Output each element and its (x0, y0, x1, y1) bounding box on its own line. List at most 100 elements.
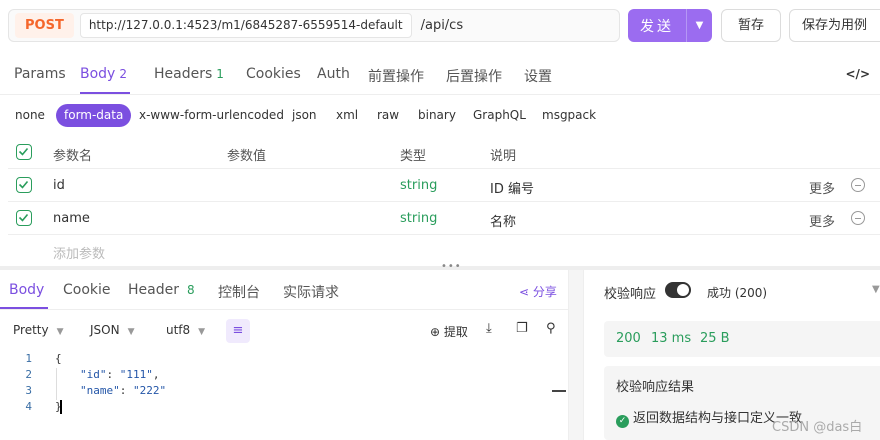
params-header-row: 参数名 参数值 类型 说明 (8, 136, 880, 169)
tab-label: Cookies (246, 66, 301, 82)
code-text: "id": "111", (80, 368, 160, 381)
tab-label: Cookie (63, 282, 111, 298)
tab-body[interactable]: Body 2 (80, 66, 127, 82)
tab-pre-ops[interactable]: 前置操作 (368, 66, 424, 86)
remove-circle-icon[interactable] (851, 211, 865, 225)
send-label[interactable]: 发送 (628, 16, 686, 36)
method-select[interactable]: POST (15, 13, 74, 38)
wrap-lines-icon[interactable]: ≡ (226, 319, 250, 343)
body-type-raw[interactable]: raw (377, 104, 399, 127)
row-checkbox[interactable] (16, 210, 32, 226)
row-checkbox[interactable] (16, 177, 32, 193)
request-tabs: Params Body 2 Headers 1 Cookies Auth 前置操作 … (0, 55, 880, 95)
param-name[interactable]: id (53, 178, 65, 193)
encoding-select[interactable]: utf8 ▼ (166, 323, 205, 337)
scrollbar-marker[interactable] (552, 390, 566, 392)
extract-button[interactable]: ⊕ 提取 (430, 323, 468, 340)
add-param-input[interactable]: 添加参数 (53, 243, 105, 262)
validation-result-title: 校验响应结果 (616, 380, 695, 395)
code-text: "name": "222" (80, 384, 166, 397)
send-button[interactable]: 发送 ▼ (628, 9, 712, 42)
table-row: name string 名称 更多 (8, 202, 880, 235)
chevron-down-icon: ▼ (56, 327, 64, 337)
api-path-input[interactable]: /api/cs (421, 18, 464, 33)
more-button[interactable]: 更多 (809, 211, 835, 230)
code-line: 4 } (0, 400, 560, 416)
chevron-down-icon: ▼ (127, 327, 135, 337)
body-type-json[interactable]: json (292, 104, 317, 127)
request-url-bar[interactable]: POST http://127.0.0.1:4523/m1/6845287-65… (8, 9, 620, 42)
format-select[interactable]: Pretty ▼ (13, 323, 64, 337)
code-text: { (55, 352, 62, 365)
search-icon[interactable]: ⚲ (546, 321, 556, 336)
tab-label: Headers (154, 66, 213, 82)
tab-auth[interactable]: Auth (317, 66, 350, 82)
resp-tab-body[interactable]: Body (9, 282, 44, 298)
line-number: 2 (25, 368, 32, 381)
tab-cookies[interactable]: Cookies (246, 66, 301, 82)
tab-count: 1 (216, 67, 224, 81)
remove-circle-icon[interactable] (851, 178, 865, 192)
param-type[interactable]: string (400, 178, 437, 193)
save-as-case-button[interactable]: 保存为用例 (789, 9, 880, 42)
col-desc-header: 说明 (490, 149, 517, 164)
tab-label: 后置操作 (446, 69, 502, 85)
watermark: CSDN @das白 (772, 420, 863, 435)
validate-toggle[interactable] (665, 282, 691, 298)
param-name[interactable]: name (53, 211, 90, 226)
resp-tab-actual-request[interactable]: 实际请求 (283, 282, 339, 302)
tab-label: Body (9, 282, 45, 298)
code-icon[interactable]: </> (846, 67, 871, 81)
response-tabs: Body Cookie Header 8 控制台 实际请求 ⋖ 分享 (0, 270, 568, 310)
code-line: 1 { (0, 352, 560, 368)
chevron-down-icon: ▼ (198, 327, 206, 337)
lang-select[interactable]: JSON ▼ (90, 323, 135, 337)
json-key: "id" (80, 368, 107, 381)
tab-headers[interactable]: Headers 1 (154, 66, 224, 82)
body-type-graphql[interactable]: GraphQL (473, 104, 526, 127)
save-temp-button[interactable]: 暂存 (721, 9, 781, 42)
line-number: 3 (25, 384, 32, 397)
body-type-binary[interactable]: binary (418, 104, 456, 127)
tab-count: 8 (186, 283, 195, 297)
download-icon[interactable]: ⤓ (486, 321, 492, 336)
body-type-none[interactable]: none (15, 104, 45, 127)
response-metrics: 200 13 ms 25 B (604, 321, 880, 357)
share-icon: ⋖ (519, 285, 533, 299)
response-status[interactable]: 成功 (200) (707, 284, 767, 301)
vertical-divider[interactable] (568, 270, 584, 440)
extract-icon: ⊕ (430, 325, 444, 339)
chevron-down-icon[interactable]: ▼ (687, 20, 712, 31)
tab-post-ops[interactable]: 后置操作 (446, 66, 502, 86)
resp-tab-header[interactable]: Header 8 (128, 282, 195, 298)
active-tab-indicator (80, 92, 130, 94)
line-number: 1 (25, 352, 32, 365)
tab-settings[interactable]: 设置 (524, 66, 552, 86)
body-type-msgpack[interactable]: msgpack (542, 104, 596, 127)
tab-params[interactable]: Params (14, 66, 66, 82)
body-type-urlencoded[interactable]: x-www-form-urlencoded (139, 104, 284, 127)
copy-icon[interactable]: ❐ (516, 321, 528, 336)
json-value: "222" (133, 384, 167, 397)
share-button[interactable]: ⋖ 分享 (519, 283, 557, 300)
param-type[interactable]: string (400, 211, 437, 226)
body-type-xml[interactable]: xml (336, 104, 358, 127)
json-value: "111" (119, 368, 153, 381)
select-all-checkbox[interactable] (16, 144, 32, 160)
tab-label: 设置 (524, 69, 552, 85)
body-type-form-data[interactable]: form-data (56, 104, 132, 127)
more-button[interactable]: 更多 (809, 178, 835, 197)
chevron-down-icon[interactable]: ▼ (872, 284, 880, 295)
resp-tab-console[interactable]: 控制台 (218, 282, 260, 302)
tab-label: 控制台 (218, 285, 260, 301)
param-desc[interactable]: ID 编号 (490, 178, 534, 197)
check-circle-icon: ✓ (616, 415, 629, 428)
param-desc[interactable]: 名称 (490, 211, 516, 230)
status-code: 200 (616, 331, 641, 346)
json-sep: : (119, 384, 133, 397)
response-code-viewer[interactable]: 1 { 2 "id": "111", 3 "name": "222" 4 } (0, 350, 566, 440)
resp-tab-cookie[interactable]: Cookie (63, 282, 111, 298)
tab-label: Header (128, 282, 179, 298)
tab-label: Auth (317, 66, 350, 82)
env-base-url[interactable]: http://127.0.0.1:4523/m1/6845287-6559514… (79, 13, 412, 38)
